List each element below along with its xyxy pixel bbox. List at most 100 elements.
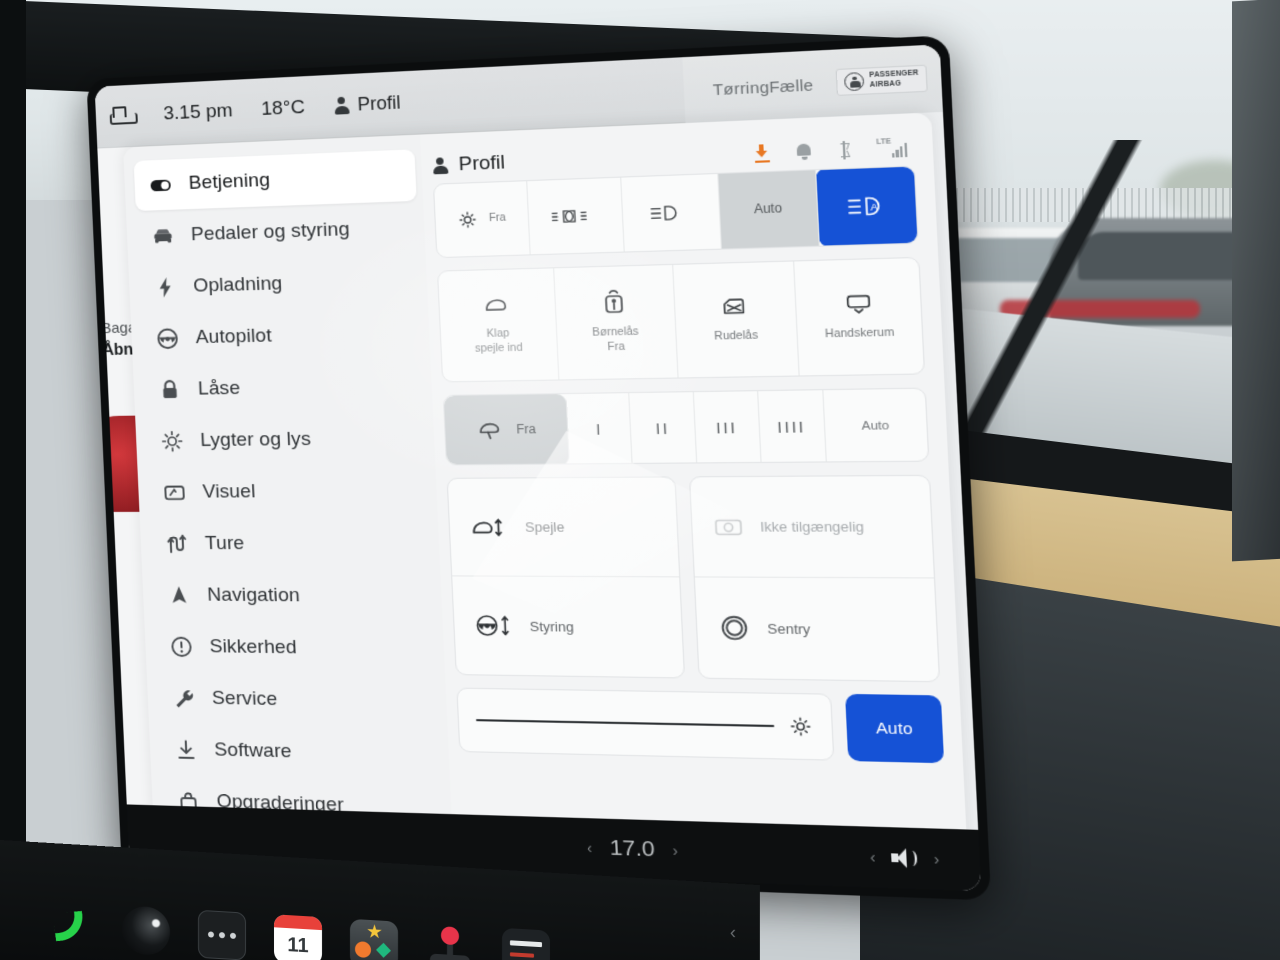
auto-high-beam-button[interactable]: A (815, 165, 919, 247)
airbag-text: PASSENGER AIRBAG (869, 70, 919, 90)
sidebar-item-pedaler-og-styring[interactable]: Pedaler og styring (136, 202, 419, 262)
wipers-off-cell[interactable]: Fra (443, 394, 571, 466)
camera-column: Ikke tilgængelig Sentry (688, 474, 941, 683)
wipers-speed-4-cell[interactable]: IIII (757, 390, 827, 465)
steering-wheel-icon (155, 326, 180, 351)
lens-app-icon[interactable] (122, 905, 170, 957)
sidebar-item-software[interactable]: Software (159, 724, 444, 782)
wipers-speed-1-cell[interactable]: I (567, 393, 634, 466)
sidebar-item-label: Service (211, 687, 278, 711)
parking-lights-cell[interactable] (526, 177, 625, 255)
brightness-slider[interactable] (456, 687, 835, 761)
left-edge-shadow (0, 0, 26, 960)
brightness-auto-button[interactable]: Auto (845, 693, 945, 764)
glovebox-label: Handskerum (824, 326, 895, 341)
wipers-auto-cell[interactable]: Auto (823, 389, 928, 464)
download-icon[interactable] (753, 144, 771, 163)
brightness-auto-label: Auto (875, 718, 914, 739)
car-icon[interactable] (109, 105, 136, 126)
clock-time[interactable]: 3.15 pm (163, 100, 233, 125)
temp-decrease-button[interactable]: ‹ (587, 839, 593, 856)
lte-signal-icon[interactable]: LTE (876, 137, 908, 158)
star-icon (367, 924, 382, 940)
mirrors-locks-group: Klap spejle ind Børnelås Fra Rudelås Han… (436, 256, 926, 383)
bluetooth-off-icon[interactable] (837, 140, 852, 159)
sidebar-item-label: Visuel (202, 481, 256, 503)
mirror-adjust-cell[interactable]: Spejle (447, 477, 680, 578)
fold-mirrors-label: Klap spejle ind (474, 327, 523, 355)
volume-decrease-button[interactable]: ‹ (870, 848, 876, 866)
sidebar-item-visuel[interactable]: Visuel (147, 466, 431, 518)
trunk-open-action[interactable]: Åbn (102, 341, 134, 360)
sidebar-item-label: Pedaler og styring (190, 218, 351, 246)
low-beam-cell[interactable] (621, 173, 722, 252)
sidebar-item-navigation[interactable]: Navigation (152, 570, 436, 623)
phone-app-icon[interactable] (46, 901, 94, 952)
window-lock-icon (719, 295, 750, 319)
dots-app-icon[interactable] (198, 909, 246, 960)
sidebar-item-autopilot[interactable]: Autopilot (141, 307, 425, 364)
brightness-sun-icon (787, 714, 813, 738)
wipers-speed-3-label: III (715, 418, 738, 438)
joystick-app-icon[interactable] (426, 923, 474, 960)
temp-increase-button[interactable]: › (672, 842, 678, 859)
sentry-cell[interactable]: Sentry (695, 577, 939, 681)
window-lock-cell[interactable]: Rudelås (672, 261, 800, 378)
speaker-icon[interactable] (891, 848, 918, 869)
dock-apps: 11 (46, 901, 550, 960)
sidebar-item-betjening[interactable]: Betjening (133, 149, 417, 212)
profile-button[interactable]: Profil (333, 92, 401, 117)
bell-mute-icon[interactable] (795, 142, 812, 160)
settings-sidebar: Betjening Pedaler og styring Opladning A… (123, 134, 454, 862)
lights-off-label: Fra (488, 211, 507, 225)
profile-label: Profil (357, 92, 402, 115)
folder-app-icon[interactable] (350, 918, 398, 960)
wipers-speed-2-cell[interactable]: II (629, 392, 697, 466)
circle-icon (355, 941, 371, 959)
dark-app-icon[interactable] (502, 927, 550, 960)
window-lock-label: Rudelås (714, 329, 759, 343)
tesla-touchscreen-bezel: 31% Bagagerum Åbn ⚡ TørringFælle PASSENG… (86, 35, 992, 901)
wipers-off-label: Fra (516, 421, 537, 437)
sidebar-item-service[interactable]: Service (157, 673, 442, 729)
lights-off-cell[interactable]: Fra (434, 181, 531, 258)
sidebar-item-sikkerhed[interactable]: Sikkerhed (154, 621, 438, 676)
wipers-speed-2-label: II (655, 419, 670, 438)
sidebar-item-label: Betjening (188, 169, 271, 194)
sentry-label: Sentry (766, 620, 811, 637)
parking-lights-icon (550, 206, 588, 226)
sidebar-item-laase[interactable]: Låse (143, 360, 427, 415)
temperature-control: ‹ 17.0 › (586, 835, 679, 863)
sidebar-item-label: Sikkerhed (209, 636, 298, 659)
a-pillar (1232, 0, 1280, 562)
content-status-icons: LTE (753, 137, 914, 163)
child-lock-cell[interactable]: Børnelås Fra (553, 264, 679, 380)
wrench-icon (171, 686, 196, 711)
temperature-value[interactable]: 17.0 (609, 836, 655, 863)
adjust-column: Spejle Styring (446, 476, 686, 679)
fold-mirrors-cell[interactable]: Klap spejle ind (438, 268, 560, 382)
lights-auto-cell[interactable]: Auto (717, 170, 820, 249)
steering-adjust-cell[interactable]: Styring (452, 576, 684, 677)
dock-chevron-icon[interactable]: ‹ (730, 922, 736, 943)
wipers-speed-3-cell[interactable]: III (693, 391, 762, 465)
steering-adjust-label: Styring (529, 618, 575, 635)
content-profile-button[interactable]: Profil (432, 152, 506, 178)
glovebox-cell[interactable]: Handskerum (794, 258, 923, 376)
outside-temperature[interactable]: 18°C (261, 96, 306, 120)
sidebar-item-opladning[interactable]: Opladning (138, 255, 421, 314)
auto-high-beam-icon: A (846, 194, 887, 219)
calendar-app-icon[interactable]: 11 (274, 914, 322, 960)
mirror-adjust-icon (469, 513, 511, 540)
sidebar-item-label: Ture (204, 532, 245, 555)
lower-controls: Spejle Styring Ikke tilgængelig Sentry (446, 474, 941, 683)
child-lock-icon (601, 290, 626, 316)
volume-increase-button[interactable]: › (933, 850, 939, 868)
navigation-arrow-icon (167, 583, 192, 607)
sidebar-item-lygter-og-lys[interactable]: Lygter og lys (145, 413, 429, 467)
tesla-touchscreen[interactable]: 31% Bagagerum Åbn ⚡ TørringFælle PASSENG… (94, 44, 982, 892)
sidebar-item-ture[interactable]: Ture (150, 518, 434, 570)
bolt-icon (153, 275, 178, 300)
sun-icon (160, 429, 185, 453)
toggle-icon (148, 172, 173, 197)
